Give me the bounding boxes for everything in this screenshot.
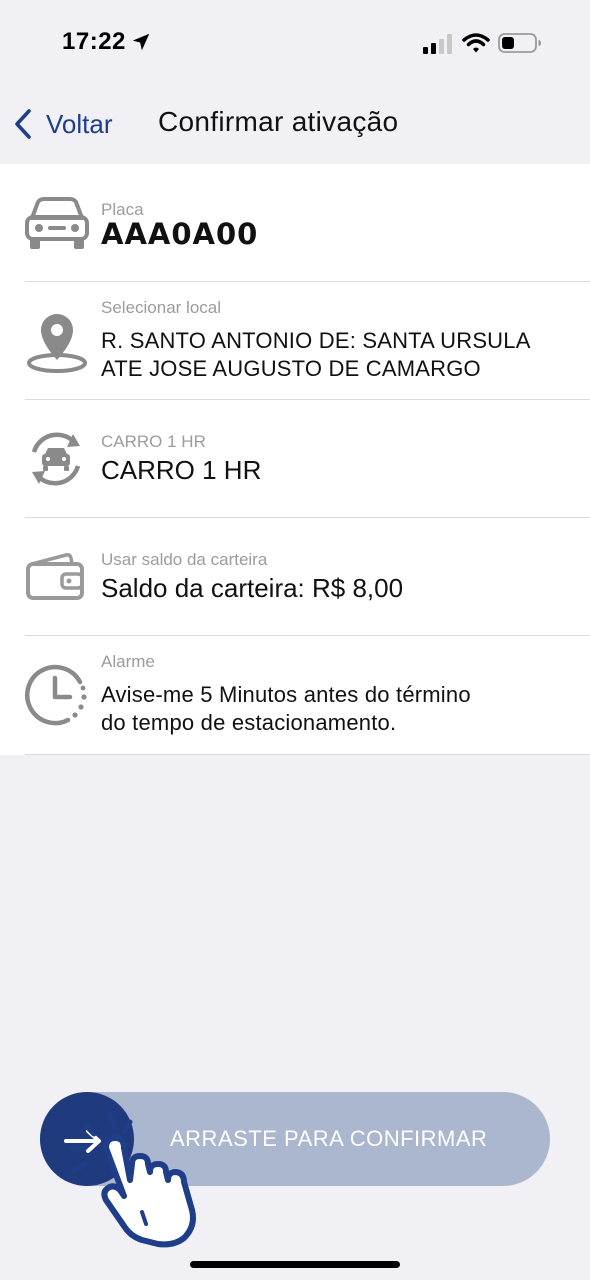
location-row[interactable]: Selecionar local R. SANTO ANTONIO DE: SA… [0, 282, 590, 400]
home-indicator [190, 1261, 400, 1268]
divider [25, 753, 590, 755]
status-bar: 17:22 [0, 0, 590, 90]
chevron-left-icon [15, 109, 31, 139]
page-title: Confirmar ativação [158, 106, 399, 137]
wallet-row[interactable]: Usar saldo da carteira Saldo da carteira… [0, 518, 590, 636]
status-time: 17:22 [62, 28, 126, 55]
wifi-icon [462, 33, 490, 53]
back-label: Voltar [46, 108, 113, 139]
location-value-line1: R. SANTO ANTONIO DE: SANTA URSULA [101, 328, 531, 353]
wallet-balance: Saldo da carteira: R$ 8,00 [101, 573, 404, 603]
cellular-signal-icon [423, 34, 452, 54]
location-arrow-icon [132, 33, 150, 51]
rule-caption: CARRO 1 HR [101, 432, 206, 451]
location-caption: Selecionar local [101, 298, 222, 317]
alarm-clock-icon [24, 664, 87, 726]
alarm-caption: Alarme [101, 652, 155, 671]
alarm-value-line2: do tempo de estacionamento. [101, 710, 397, 735]
car-refresh-icon [31, 432, 81, 486]
location-value-line2: ATE JOSE AUGUSTO DE CAMARGO [101, 356, 481, 381]
back-button[interactable]: Voltar [12, 104, 113, 144]
rule-row[interactable]: CARRO 1 HR CARRO 1 HR [0, 400, 590, 518]
rule-value: CARRO 1 HR [101, 455, 262, 485]
plate-value: AAA0A00 [101, 217, 259, 251]
alarm-row[interactable]: Alarme Avise-me 5 Minutos antes do térmi… [0, 636, 590, 755]
wallet-caption: Usar saldo da carteira [101, 550, 268, 569]
plate-row[interactable]: Placa AAA0A00 [0, 164, 590, 282]
alarm-value-line1: Avise-me 5 Minutos antes do término [101, 682, 471, 707]
map-pin-icon [27, 314, 87, 373]
tap-hand-icon [69, 1111, 196, 1248]
battery-icon [498, 33, 541, 53]
wallet-icon [26, 553, 84, 600]
car-icon [25, 197, 89, 249]
navigation-bar: Voltar Confirmar ativação [0, 90, 590, 164]
activation-details-card: Placa AAA0A00 Selecionar local R. SANTO … [0, 164, 590, 755]
